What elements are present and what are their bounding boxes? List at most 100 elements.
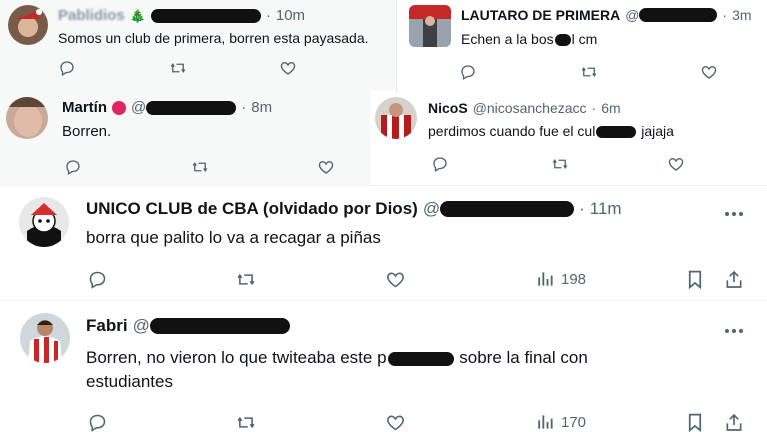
handle-prefix: @ [132, 316, 150, 335]
more-options-button[interactable] [724, 323, 744, 334]
tweet-card-lautaro[interactable]: LAUTARO DE PRIMERA @ · 3m Echen a la bos… [396, 0, 767, 92]
like-button[interactable] [317, 158, 335, 176]
tweet-card-unico-club[interactable]: UNICO CLUB de CBA (olvidado por Dios) @ … [0, 185, 767, 300]
reply-button[interactable] [87, 269, 108, 290]
tweet-card-martin[interactable]: Martín @ · 8m Borren. [0, 90, 370, 185]
like-button[interactable] [667, 155, 685, 173]
reply-icon [66, 160, 80, 175]
reply-button[interactable] [459, 63, 477, 81]
tweet-text: perdimos cuando fue el cul jajaja [428, 123, 674, 139]
share-button[interactable] [724, 412, 744, 432]
tweet-header: Pablidios 🎄 · 10m [58, 7, 305, 24]
handle[interactable]: @nicosanchezacc [473, 100, 587, 116]
tweet-header: NicoS @nicosanchezacc · 6m [428, 100, 621, 116]
tweet-text: borra que palito lo va a recagar a piñas [86, 228, 381, 247]
bookmark-button[interactable] [686, 269, 704, 290]
like-button[interactable] [385, 412, 406, 432]
avatar[interactable] [8, 5, 48, 45]
reply-icon [89, 271, 106, 289]
timestamp[interactable]: 8m [251, 99, 272, 116]
more-icon [725, 212, 743, 216]
reply-button[interactable] [431, 155, 449, 173]
share-icon [726, 413, 742, 431]
heart-icon [318, 161, 334, 174]
redacted-handle [440, 201, 575, 217]
avatar[interactable] [409, 5, 451, 47]
tweet-text: Borren, no vieron lo que twiteaba este p… [86, 346, 588, 394]
tweet-text-start: perdimos cuando fue el cul [428, 123, 596, 139]
heart-icon [668, 158, 684, 171]
views-count: 170 [561, 413, 587, 431]
tweet-header: Fabri @ [86, 316, 290, 336]
avatar[interactable] [375, 97, 417, 139]
reply-icon [60, 61, 74, 76]
redacted-handle [149, 318, 290, 334]
views-count: 198 [561, 270, 587, 288]
avatar[interactable] [19, 197, 69, 247]
timestamp[interactable]: 11m [590, 199, 622, 219]
tweet-text-end: jajaja [637, 123, 674, 139]
tweet-header: LAUTARO DE PRIMERA @ · 3m [461, 7, 752, 23]
handle-prefix: @ [422, 199, 441, 218]
display-name[interactable]: Pablidios [58, 7, 125, 24]
reply-button[interactable] [87, 412, 108, 432]
retweet-button[interactable] [234, 269, 258, 290]
redacted-word [387, 351, 454, 366]
views-button[interactable]: 198 [535, 269, 586, 289]
tweet-header: Martín @ · 8m [62, 99, 272, 116]
like-button[interactable] [279, 59, 297, 77]
redacted-handle [150, 8, 261, 23]
like-button[interactable] [385, 269, 406, 290]
avatar[interactable] [20, 313, 70, 363]
reply-icon [461, 65, 475, 80]
retweet-button[interactable] [190, 158, 210, 176]
tweet-header: UNICO CLUB de CBA (olvidado por Dios) @ … [86, 199, 622, 219]
display-name[interactable]: Martín [62, 99, 107, 116]
timestamp[interactable]: 3m [732, 7, 751, 23]
views-button[interactable]: 170 [535, 412, 586, 432]
display-name[interactable]: LAUTARO DE PRIMERA [461, 7, 620, 23]
timestamp[interactable]: 6m [601, 100, 620, 116]
reply-button[interactable] [58, 59, 76, 77]
redacted-word [554, 34, 571, 47]
display-name[interactable]: NicoS [428, 100, 468, 116]
reply-icon [89, 414, 106, 432]
views-icon [538, 272, 553, 286]
action-bar: 170 [0, 411, 767, 432]
action-bar: 198 [0, 268, 767, 290]
tweet-card-nicos[interactable]: NicoS @nicosanchezacc · 6m perdimos cuan… [370, 92, 767, 185]
handle-prefix: @ [625, 7, 640, 23]
separator: · [241, 99, 247, 116]
retweet-button[interactable] [579, 63, 599, 81]
tweet-card-pablidios[interactable]: Pablidios 🎄 · 10m Somos un club de prime… [0, 0, 396, 90]
redacted-handle [146, 100, 237, 115]
bookmark-icon [688, 413, 702, 432]
timestamp[interactable]: 10m [276, 7, 305, 24]
share-button[interactable] [724, 269, 744, 290]
separator: · [579, 199, 585, 218]
christmas-tree-icon: 🎄 [129, 7, 146, 23]
separator: · [265, 7, 271, 24]
retweet-icon [192, 162, 208, 172]
separator: · [722, 7, 728, 23]
retweet-icon [552, 159, 568, 169]
like-button[interactable] [700, 63, 718, 81]
display-name[interactable]: Fabri [86, 316, 128, 336]
retweet-button[interactable] [168, 59, 188, 77]
retweet-icon [237, 416, 255, 428]
heart-icon [387, 415, 404, 430]
retweet-button[interactable] [550, 155, 570, 173]
action-bar [0, 58, 396, 78]
redacted-handle [639, 8, 718, 22]
bookmark-button[interactable] [686, 412, 704, 432]
avatar[interactable] [6, 97, 48, 139]
reply-button[interactable] [64, 158, 82, 176]
action-bar [0, 157, 370, 177]
retweet-icon [237, 273, 255, 285]
retweet-button[interactable] [234, 412, 258, 432]
display-name[interactable]: UNICO CLUB de CBA (olvidado por Dios) [86, 199, 418, 219]
tweet-card-fabri[interactable]: Fabri @ Borren, no vieron lo que twiteab… [0, 300, 767, 432]
share-icon [726, 270, 742, 288]
more-options-button[interactable] [724, 206, 744, 217]
red-circle-icon [112, 100, 126, 115]
